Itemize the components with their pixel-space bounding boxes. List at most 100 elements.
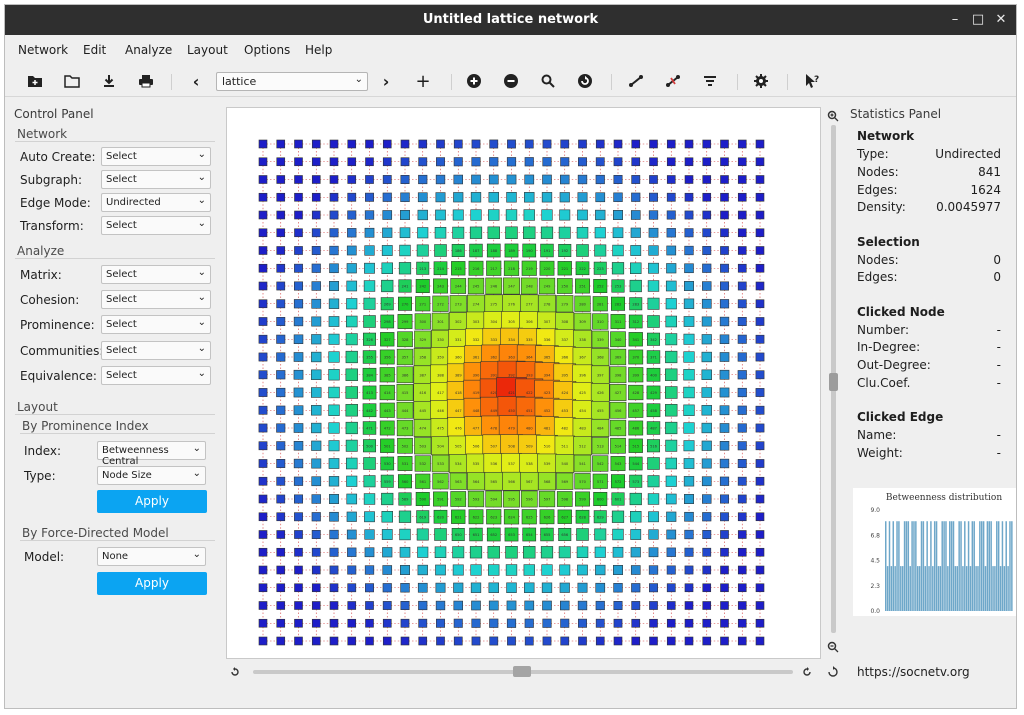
- lattice-node[interactable]: [311, 192, 321, 202]
- lattice-node[interactable]: [276, 441, 286, 451]
- lattice-node[interactable]: [755, 334, 765, 344]
- lattice-node[interactable]: [684, 636, 694, 646]
- lattice-node[interactable]: [755, 192, 765, 202]
- lattice-node[interactable]: [719, 334, 730, 344]
- lattice-node[interactable]: [311, 547, 321, 557]
- lattice-node[interactable]: [649, 583, 658, 593]
- lattice-node[interactable]: [665, 386, 678, 399]
- lattice-node[interactable]: [666, 529, 677, 540]
- lattice-node[interactable]: [684, 281, 694, 291]
- lattice-node[interactable]: [417, 227, 429, 239]
- lattice-node[interactable]: [684, 192, 694, 202]
- lattice-node[interactable]: [612, 227, 624, 239]
- lattice-node[interactable]: [577, 582, 588, 593]
- lattice-node[interactable]: [649, 157, 658, 167]
- lattice-node[interactable]: [578, 139, 587, 149]
- lattice-node[interactable]: [452, 564, 464, 576]
- lattice-node[interactable]: [505, 226, 518, 239]
- lattice-node[interactable]: [417, 582, 428, 593]
- lattice-node[interactable]: [400, 175, 410, 184]
- lattice-node[interactable]: [755, 441, 765, 451]
- lattice-node[interactable]: [328, 333, 340, 345]
- lattice-node[interactable]: [346, 245, 357, 256]
- lattice-node[interactable]: [631, 618, 641, 628]
- lattice-node[interactable]: [737, 565, 747, 575]
- lattice-node[interactable]: [329, 210, 339, 220]
- lattice-node[interactable]: [684, 565, 694, 575]
- lattice-node[interactable]: [365, 192, 374, 202]
- cohesion-select[interactable]: Select ⌄: [101, 290, 211, 309]
- lattice-graph[interactable]: 186 187 188 189 190 191 192 213 214 215 216 217 218 2…: [227, 108, 822, 660]
- lattice-node[interactable]: [453, 582, 464, 593]
- lattice-node[interactable]: [488, 582, 499, 593]
- lattice-node[interactable]: [755, 210, 765, 220]
- lattice-node[interactable]: [755, 228, 765, 238]
- lattice-node[interactable]: [329, 511, 339, 522]
- lattice-node[interactable]: [701, 334, 712, 345]
- lattice-node[interactable]: [506, 174, 517, 185]
- lattice-node[interactable]: [293, 458, 304, 469]
- lattice-node[interactable]: [346, 280, 358, 292]
- lattice-node[interactable]: [364, 210, 375, 220]
- lattice-node[interactable]: [559, 209, 571, 221]
- lattice-node[interactable]: [737, 512, 747, 522]
- lattice-node[interactable]: [311, 263, 321, 273]
- lattice-node[interactable]: [631, 157, 641, 167]
- lattice-node[interactable]: [524, 582, 535, 593]
- lattice-node[interactable]: [720, 246, 729, 255]
- lattice-node[interactable]: [436, 618, 445, 628]
- lattice-node[interactable]: [434, 528, 447, 541]
- lattice-node[interactable]: [365, 583, 374, 593]
- lattice-node[interactable]: [755, 636, 765, 646]
- lattice-node[interactable]: [311, 281, 321, 291]
- lattice-node[interactable]: [293, 387, 304, 398]
- lattice-node[interactable]: [329, 547, 339, 557]
- lattice-node[interactable]: [329, 228, 339, 238]
- network-canvas[interactable]: 186 187 188 189 190 191 192 213 214 215 216 217 218 2…: [226, 107, 821, 659]
- lattice-node[interactable]: [258, 459, 268, 468]
- lattice-node[interactable]: [294, 175, 303, 184]
- lattice-node[interactable]: [684, 529, 694, 540]
- lattice-node[interactable]: [737, 210, 747, 220]
- lattice-node[interactable]: [595, 600, 605, 611]
- lattice-node[interactable]: [665, 439, 678, 452]
- lattice-node[interactable]: [488, 600, 499, 611]
- lattice-node[interactable]: [329, 583, 339, 593]
- lattice-node[interactable]: [294, 547, 303, 557]
- lattice-node[interactable]: [702, 583, 712, 593]
- lattice-node[interactable]: [276, 334, 286, 344]
- lattice-node[interactable]: [365, 601, 374, 610]
- lattice-node[interactable]: [294, 281, 303, 291]
- lattice-node[interactable]: [613, 157, 623, 167]
- lattice-node[interactable]: [435, 564, 446, 576]
- lattice-node[interactable]: [329, 245, 339, 256]
- lattice-node[interactable]: [665, 421, 678, 435]
- lattice-node[interactable]: [720, 281, 729, 291]
- lattice-node[interactable]: [365, 139, 374, 149]
- lattice-node[interactable]: [755, 281, 765, 291]
- lattice-node[interactable]: [631, 601, 641, 610]
- lattice-node[interactable]: [595, 139, 605, 149]
- lattice-node[interactable]: [666, 263, 677, 274]
- lattice-node[interactable]: [417, 546, 429, 558]
- lattice-node[interactable]: [276, 370, 286, 380]
- lattice-node[interactable]: [737, 494, 747, 504]
- lattice-node[interactable]: [720, 565, 729, 575]
- previous-network-button[interactable]: ‹: [186, 71, 206, 91]
- print-icon[interactable]: [136, 71, 156, 91]
- lattice-node[interactable]: [755, 423, 765, 433]
- lattice-node[interactable]: [276, 618, 286, 628]
- lattice-node[interactable]: [720, 618, 729, 628]
- lattice-node[interactable]: [294, 565, 303, 575]
- lattice-node[interactable]: [684, 210, 694, 220]
- lattice-node[interactable]: [505, 209, 518, 221]
- lattice-node[interactable]: [613, 175, 623, 184]
- lattice-node[interactable]: [702, 192, 712, 202]
- lattice-node[interactable]: [702, 494, 712, 504]
- lattice-node[interactable]: [684, 228, 694, 238]
- lattice-node[interactable]: [345, 333, 358, 346]
- lattice-node[interactable]: [469, 226, 483, 239]
- lattice-node[interactable]: [720, 530, 729, 539]
- lattice-node[interactable]: [453, 192, 464, 203]
- lattice-node[interactable]: [399, 546, 411, 558]
